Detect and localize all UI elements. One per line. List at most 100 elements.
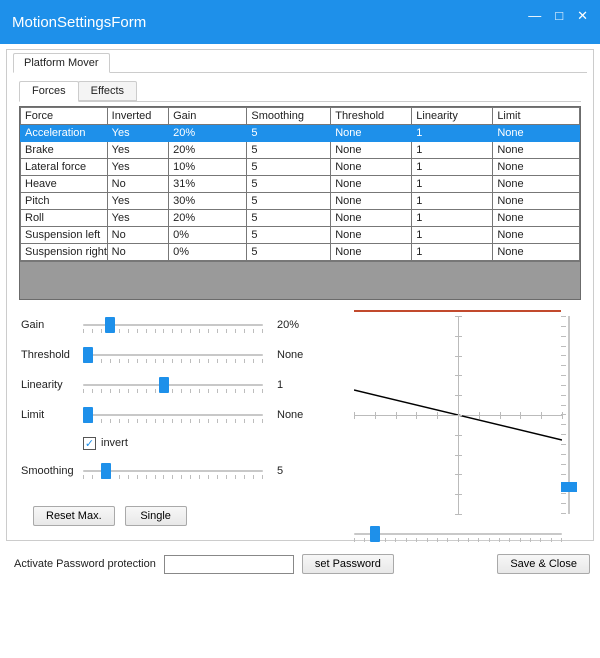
cell-force: Pitch bbox=[21, 193, 108, 210]
table-row[interactable]: PitchYes30%5None1None bbox=[21, 193, 580, 210]
col-force[interactable]: Force bbox=[21, 108, 108, 125]
gain-label: Gain bbox=[21, 319, 83, 331]
col-linearity[interactable]: Linearity bbox=[412, 108, 493, 125]
cell-limit: None bbox=[493, 193, 580, 210]
cell-force: Brake bbox=[21, 142, 108, 159]
tab-forces[interactable]: Forces bbox=[19, 81, 79, 102]
password-input[interactable] bbox=[164, 555, 294, 574]
main-panel: Platform Mover Forces Effects Force Inve… bbox=[6, 49, 594, 541]
slider-panel: Gain 20% Threshold None Li bbox=[19, 310, 328, 526]
graph-horizontal-slider[interactable] bbox=[354, 524, 562, 540]
col-limit[interactable]: Limit bbox=[493, 108, 580, 125]
table-empty-area bbox=[20, 261, 580, 299]
cell-limit: None bbox=[493, 142, 580, 159]
cell-gain: 20% bbox=[169, 142, 247, 159]
cell-smoothing: 5 bbox=[247, 142, 331, 159]
cell-limit: None bbox=[493, 227, 580, 244]
cell-gain: 20% bbox=[169, 210, 247, 227]
table-row[interactable]: AccelerationYes20%5None1None bbox=[21, 125, 580, 142]
minimize-icon[interactable]: — bbox=[528, 9, 541, 22]
cell-inverted: No bbox=[107, 227, 168, 244]
limit-value: None bbox=[277, 409, 327, 421]
cell-smoothing: 5 bbox=[247, 210, 331, 227]
cell-inverted: Yes bbox=[107, 193, 168, 210]
cell-limit: None bbox=[493, 159, 580, 176]
window-title: MotionSettingsForm bbox=[12, 14, 146, 31]
cell-threshold: None bbox=[331, 125, 412, 142]
table-row[interactable]: Lateral forceYes10%5None1None bbox=[21, 159, 580, 176]
gain-value: 20% bbox=[277, 319, 327, 331]
tab-platform-mover[interactable]: Platform Mover bbox=[13, 53, 110, 73]
linearity-slider[interactable] bbox=[83, 375, 263, 395]
col-gain[interactable]: Gain bbox=[169, 108, 247, 125]
window-controls: — □ ✕ bbox=[528, 9, 590, 22]
threshold-row: Threshold None bbox=[21, 340, 328, 370]
table-row[interactable]: BrakeYes20%5None1None bbox=[21, 142, 580, 159]
footer-bar: Activate Password protection set Passwor… bbox=[0, 546, 600, 584]
invert-row: ✓ invert bbox=[83, 430, 328, 456]
cell-threshold: None bbox=[331, 193, 412, 210]
graph-vertical-slider[interactable] bbox=[561, 316, 577, 514]
threshold-slider[interactable] bbox=[83, 345, 263, 365]
col-threshold[interactable]: Threshold bbox=[331, 108, 412, 125]
cell-threshold: None bbox=[331, 244, 412, 261]
lower-area: Gain 20% Threshold None Li bbox=[19, 310, 581, 526]
inner-tab-strip: Forces Effects bbox=[19, 81, 581, 102]
single-button[interactable]: Single bbox=[125, 506, 187, 526]
cell-limit: None bbox=[493, 244, 580, 261]
cell-gain: 10% bbox=[169, 159, 247, 176]
set-password-button[interactable]: set Password bbox=[302, 554, 394, 574]
save-close-button[interactable]: Save & Close bbox=[497, 554, 590, 574]
cell-limit: None bbox=[493, 210, 580, 227]
reset-max-button[interactable]: Reset Max. bbox=[33, 506, 115, 526]
graph-top-bar bbox=[354, 310, 561, 312]
cell-force: Lateral force bbox=[21, 159, 108, 176]
cell-gain: 31% bbox=[169, 176, 247, 193]
cell-smoothing: 5 bbox=[247, 176, 331, 193]
table-row[interactable]: RollYes20%5None1None bbox=[21, 210, 580, 227]
cell-force: Suspension left bbox=[21, 227, 108, 244]
cell-force: Acceleration bbox=[21, 125, 108, 142]
cell-linearity: 1 bbox=[412, 176, 493, 193]
table-row[interactable]: HeaveNo31%5None1None bbox=[21, 176, 580, 193]
cell-smoothing: 5 bbox=[247, 193, 331, 210]
col-smoothing[interactable]: Smoothing bbox=[247, 108, 331, 125]
linearity-value: 1 bbox=[277, 379, 327, 391]
invert-checkbox[interactable]: ✓ bbox=[83, 437, 96, 450]
table-row[interactable]: Suspension rightNo0%5None1None bbox=[21, 244, 580, 261]
smoothing-slider[interactable] bbox=[83, 461, 263, 481]
cell-threshold: None bbox=[331, 210, 412, 227]
activate-password-label: Activate Password protection bbox=[14, 558, 156, 570]
cell-threshold: None bbox=[331, 142, 412, 159]
cell-inverted: Yes bbox=[107, 125, 168, 142]
maximize-icon[interactable]: □ bbox=[555, 9, 563, 22]
cell-force: Suspension right bbox=[21, 244, 108, 261]
outer-tab-strip: Platform Mover bbox=[13, 53, 587, 73]
table-row[interactable]: Suspension leftNo0%5None1None bbox=[21, 227, 580, 244]
gain-slider[interactable] bbox=[83, 315, 263, 335]
cell-linearity: 1 bbox=[412, 193, 493, 210]
limit-slider[interactable] bbox=[83, 405, 263, 425]
cell-force: Heave bbox=[21, 176, 108, 193]
cell-limit: None bbox=[493, 176, 580, 193]
inner-panel: Forces Effects Force Inverted Gain Smoot… bbox=[13, 73, 587, 532]
cell-linearity: 1 bbox=[412, 210, 493, 227]
cell-force: Roll bbox=[21, 210, 108, 227]
smoothing-value: 5 bbox=[277, 465, 327, 477]
close-icon[interactable]: ✕ bbox=[577, 9, 588, 22]
cell-inverted: Yes bbox=[107, 159, 168, 176]
col-inverted[interactable]: Inverted bbox=[107, 108, 168, 125]
cell-gain: 30% bbox=[169, 193, 247, 210]
cell-smoothing: 5 bbox=[247, 244, 331, 261]
cell-gain: 0% bbox=[169, 244, 247, 261]
cell-linearity: 1 bbox=[412, 227, 493, 244]
cell-threshold: None bbox=[331, 159, 412, 176]
cell-linearity: 1 bbox=[412, 159, 493, 176]
tab-effects[interactable]: Effects bbox=[78, 81, 137, 101]
limit-row: Limit None bbox=[21, 400, 328, 430]
cell-smoothing: 5 bbox=[247, 159, 331, 176]
cell-smoothing: 5 bbox=[247, 227, 331, 244]
cell-linearity: 1 bbox=[412, 244, 493, 261]
cell-limit: None bbox=[493, 125, 580, 142]
cell-inverted: Yes bbox=[107, 142, 168, 159]
